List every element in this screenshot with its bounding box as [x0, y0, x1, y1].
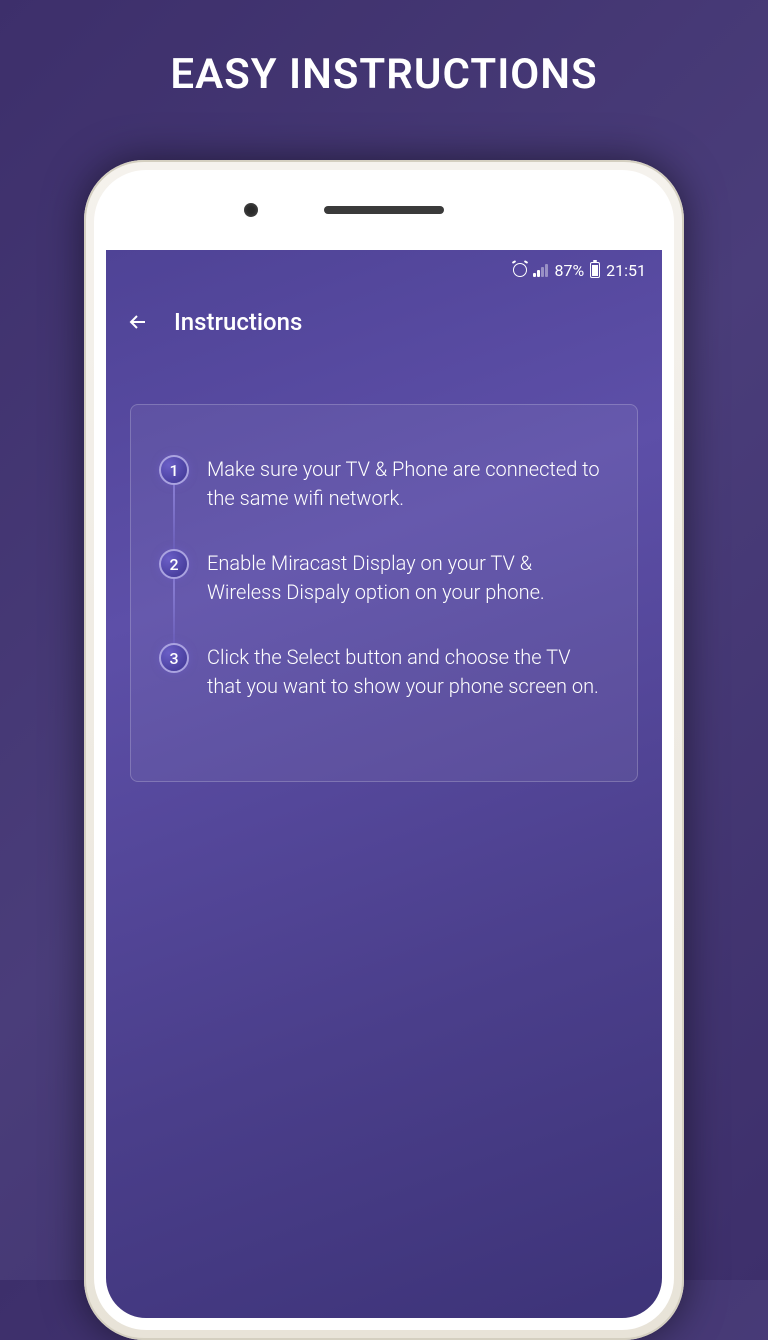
earpiece-speaker: [324, 206, 444, 214]
step-item: 2 Enable Miracast Display on your TV & W…: [159, 549, 609, 607]
step-number-badge: 3: [159, 643, 189, 673]
front-camera: [244, 203, 258, 217]
step-text: Make sure your TV & Phone are connected …: [207, 455, 609, 513]
phone-screen: 87% 21:51 Instructions 1 Make sure: [106, 250, 662, 1318]
clock-time: 21:51: [606, 261, 646, 280]
banner-title: EASY INSTRUCTIONS: [0, 50, 768, 99]
alarm-icon: [513, 263, 527, 277]
battery-icon: [590, 262, 600, 278]
screen-starfield: [106, 250, 406, 400]
instructions-card: 1 Make sure your TV & Phone are connecte…: [130, 404, 638, 782]
step-item: 3 Click the Select button and choose the…: [159, 643, 609, 701]
phone-frame: 87% 21:51 Instructions 1 Make sure: [84, 160, 684, 1340]
steps-list: 1 Make sure your TV & Phone are connecte…: [159, 455, 609, 701]
step-text: Enable Miracast Display on your TV & Wir…: [207, 549, 609, 607]
signal-icon: [533, 264, 548, 277]
step-number-badge: 1: [159, 455, 189, 485]
step-number-badge: 2: [159, 549, 189, 579]
step-item: 1 Make sure your TV & Phone are connecte…: [159, 455, 609, 513]
phone-bezel-top: [94, 170, 674, 250]
step-text: Click the Select button and choose the T…: [207, 643, 609, 701]
battery-percentage: 87%: [554, 261, 584, 280]
